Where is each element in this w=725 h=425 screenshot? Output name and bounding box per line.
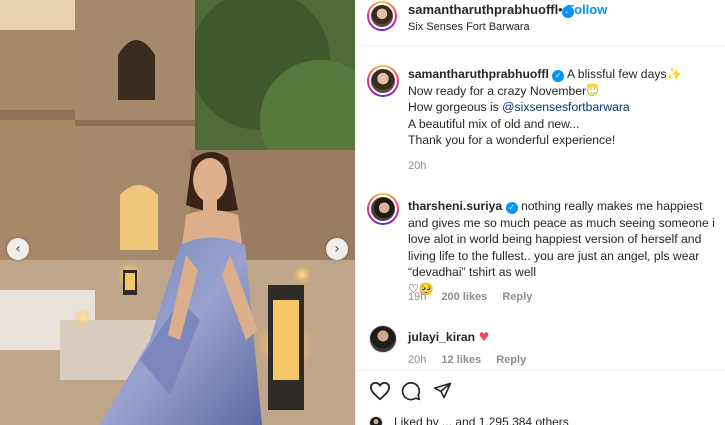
action-bar xyxy=(356,370,725,410)
comment-time[interactable]: 20h xyxy=(408,354,426,366)
commenter-avatar[interactable] xyxy=(367,193,399,225)
comment-bubble-icon xyxy=(401,382,421,401)
post-panel: samantharuthprabhuoffl ✓ • Follow Six Se… xyxy=(355,0,725,425)
comment-likes[interactable]: 12 likes xyxy=(441,354,481,366)
post-photo[interactable]: ‹ › xyxy=(0,0,355,425)
avatar-image xyxy=(369,67,397,95)
author-username[interactable]: samantharuthprabhuoffl xyxy=(408,2,558,17)
caption-username[interactable]: samantharuthprabhuoffl xyxy=(408,67,549,81)
avatar-image xyxy=(369,195,397,223)
heart-outline-icon xyxy=(369,381,391,401)
comment-button[interactable] xyxy=(401,381,421,406)
separator-dot: • xyxy=(558,2,563,17)
liker-avatar xyxy=(369,416,383,425)
caption-line-1: A blissful few days xyxy=(566,67,667,81)
caption-line-2: Now ready for a crazy November xyxy=(408,83,587,98)
comment-time[interactable]: 19h xyxy=(408,291,426,303)
verified-badge-icon: ✓ xyxy=(552,70,565,82)
follow-row: • Follow xyxy=(558,2,607,17)
reply-button[interactable]: Reply xyxy=(502,291,532,303)
post-header: samantharuthprabhuoffl ✓ • Follow Six Se… xyxy=(356,0,725,46)
comment-meta: 20h 12 likes Reply xyxy=(408,354,538,366)
like-button[interactable] xyxy=(369,381,391,406)
post-image xyxy=(0,0,355,425)
share-button[interactable] xyxy=(433,381,452,405)
comment-text: tharsheni.suriya ✓ nothing really makes … xyxy=(408,198,720,297)
avatar-image xyxy=(369,3,395,29)
caption-line-5: Thank you for a wonderful experience! xyxy=(408,133,616,147)
likes-row: Liked by ... and 1,295,384 others xyxy=(356,413,725,425)
author-avatar[interactable] xyxy=(367,1,397,31)
commenter-username[interactable]: julayi_kiran xyxy=(408,330,475,344)
paper-plane-icon xyxy=(433,382,452,399)
commenter-avatar[interactable] xyxy=(369,325,397,353)
post-location[interactable]: Six Senses Fort Barwara xyxy=(408,21,530,33)
caption-avatar[interactable] xyxy=(367,65,399,97)
red-heart-emoji: ♥ xyxy=(478,330,490,344)
caption-time[interactable]: 20h xyxy=(408,160,426,172)
comment-text: julayi_kiran ♥ xyxy=(408,329,720,346)
follow-button[interactable]: Follow xyxy=(566,2,607,17)
likes-summary[interactable]: Liked by ... and 1,295,384 others xyxy=(394,415,569,425)
next-image-button[interactable]: › xyxy=(326,238,348,260)
mention-link[interactable]: @sixsensesfortbarwara xyxy=(502,100,630,114)
verified-badge-icon: ✓ xyxy=(505,202,518,214)
reply-button[interactable]: Reply xyxy=(496,354,526,366)
sparkles-emoji: ✨ xyxy=(666,67,682,81)
caption-line-4: A beautiful mix of old and new... xyxy=(408,116,580,131)
chevron-left-icon: ‹ xyxy=(15,241,21,257)
comment-likes[interactable]: 200 likes xyxy=(441,291,487,303)
previous-image-button[interactable]: ‹ xyxy=(7,238,29,260)
author-username-row[interactable]: samantharuthprabhuoffl ✓ xyxy=(408,2,574,18)
chevron-right-icon: › xyxy=(334,241,340,257)
caption-meta: 20h xyxy=(408,160,438,172)
caption-line-3: How gorgeous is xyxy=(408,100,503,114)
smiling-halo-emoji: 😇 xyxy=(586,83,599,98)
comment-meta: 19h 200 likes Reply xyxy=(408,291,544,303)
caption-text: samantharuthprabhuoffl ✓ A blissful few … xyxy=(408,66,720,149)
commenter-username[interactable]: tharsheni.suriya xyxy=(408,199,502,213)
